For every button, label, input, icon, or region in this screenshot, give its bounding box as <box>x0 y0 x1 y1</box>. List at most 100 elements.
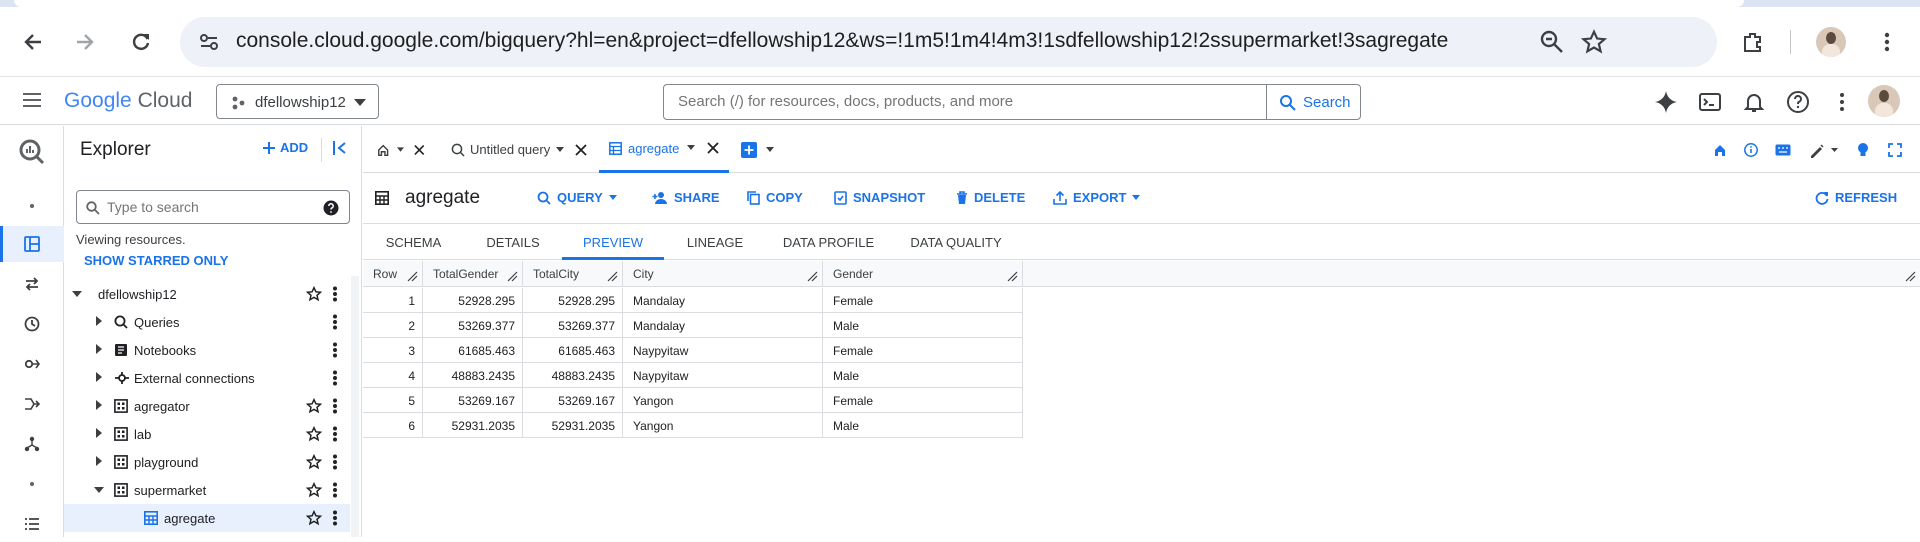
gemini-sparkle-icon[interactable] <box>1654 90 1678 114</box>
star-icon[interactable] <box>305 509 323 529</box>
collapsed-caret-icon[interactable] <box>96 400 102 410</box>
tree-item-lab[interactable]: lab <box>64 420 350 448</box>
tab-schema[interactable]: SCHEMA <box>363 224 464 260</box>
new-tab-button[interactable] <box>741 126 781 173</box>
data-transfers-icon[interactable] <box>0 266 64 302</box>
table-cell-totalgender[interactable]: 61685.463 <box>423 338 523 363</box>
explorer-search-input[interactable] <box>107 199 307 215</box>
tree-item-playground[interactable]: playground <box>64 448 350 476</box>
table-cell-city[interactable]: Mandalay <box>623 313 823 338</box>
table-cell-gender[interactable]: Male <box>823 363 1023 388</box>
close-icon[interactable] <box>575 143 587 156</box>
site-info-icon[interactable] <box>198 31 220 58</box>
refresh-button[interactable]: REFRESH <box>1815 190 1897 205</box>
tab-lineage[interactable]: LINEAGE <box>664 224 766 260</box>
chevron-down-icon[interactable] <box>766 146 774 153</box>
pipelines-icon[interactable] <box>0 386 64 422</box>
copy-button[interactable]: COPY <box>747 190 803 205</box>
table-cell-totalgender[interactable]: 52928.295 <box>423 288 523 313</box>
analytics-hub-icon[interactable] <box>0 346 64 382</box>
table-cell-totalcity[interactable]: 53269.377 <box>523 313 623 338</box>
help-icon[interactable] <box>1786 90 1810 114</box>
table-cell-city[interactable]: Yangon <box>623 388 823 413</box>
tree-item-dfellowship12[interactable]: dfellowship12 <box>64 280 350 308</box>
column-header-gender[interactable]: Gender <box>823 261 1023 287</box>
chevron-down-icon[interactable] <box>687 145 696 151</box>
table-cell-totalcity[interactable]: 52928.295 <box>523 288 623 313</box>
reload-icon[interactable] <box>124 25 158 59</box>
tree-item-agregate[interactable]: agregate <box>64 504 350 532</box>
account-avatar[interactable] <box>1868 85 1900 117</box>
star-icon[interactable] <box>305 481 323 501</box>
row-number-cell[interactable]: 4 <box>363 363 423 388</box>
console-search[interactable] <box>663 84 1267 120</box>
star-icon[interactable] <box>305 285 323 305</box>
more-actions-icon[interactable] <box>332 314 338 333</box>
collapsed-caret-icon[interactable] <box>96 428 102 438</box>
collapsed-caret-icon[interactable] <box>96 316 102 326</box>
close-icon[interactable] <box>414 144 425 156</box>
table-cell-totalgender[interactable]: 52931.2035 <box>423 413 523 438</box>
main-menu-icon[interactable] <box>22 92 42 113</box>
table-cell-gender[interactable]: Female <box>823 288 1023 313</box>
profile-avatar[interactable] <box>1816 27 1846 57</box>
table-cell-totalgender[interactable]: 53269.377 <box>423 313 523 338</box>
collapsed-caret-icon[interactable] <box>96 372 102 382</box>
row-number-cell[interactable]: 6 <box>363 413 423 438</box>
lightbulb-icon[interactable] <box>1857 142 1869 158</box>
more-actions-icon[interactable] <box>332 510 338 529</box>
forward-icon[interactable] <box>68 25 102 59</box>
help-icon[interactable] <box>323 200 339 216</box>
explorer-search[interactable] <box>76 190 350 224</box>
table-cell-gender[interactable]: Female <box>823 388 1023 413</box>
row-number-cell[interactable]: 5 <box>363 388 423 413</box>
dataform-icon[interactable] <box>0 426 64 462</box>
tree-item-supermarket[interactable]: supermarket <box>64 476 350 504</box>
browser-active-tab[interactable] <box>14 0 1744 7</box>
more-actions-icon[interactable] <box>332 454 338 473</box>
table-cell-gender[interactable]: Female <box>823 338 1023 363</box>
row-number-cell[interactable]: 3 <box>363 338 423 363</box>
extensions-icon[interactable] <box>1736 25 1770 59</box>
google-cloud-logo[interactable]: Google Cloud <box>64 89 192 113</box>
table-cell-totalcity[interactable]: 48883.2435 <box>523 363 623 388</box>
table-cell-city[interactable]: Naypyitaw <box>623 338 823 363</box>
cloud-shell-icon[interactable] <box>1698 90 1722 114</box>
rail-dot-icon-2[interactable] <box>0 466 64 502</box>
column-header-totalgender[interactable]: TotalGender <box>423 261 523 287</box>
browser-menu-icon[interactable] <box>1870 25 1904 59</box>
table-cell-totalcity[interactable]: 61685.463 <box>523 338 623 363</box>
column-resize-icon[interactable] <box>1007 271 1018 282</box>
expand-caret-icon[interactable] <box>94 487 104 493</box>
project-picker[interactable]: dfellowship12 <box>216 84 379 119</box>
tab-agregate[interactable]: agregate <box>599 126 729 173</box>
settings-more-icon[interactable] <box>1830 90 1854 114</box>
bigquery-logo-icon[interactable] <box>0 130 64 174</box>
delete-button[interactable]: DELETE <box>956 190 1025 205</box>
fullscreen-icon[interactable] <box>1888 143 1902 157</box>
column-header-row[interactable]: Row <box>363 261 423 287</box>
column-resize-icon[interactable] <box>1905 271 1916 282</box>
collapse-panel-icon[interactable] <box>332 140 348 161</box>
scheduled-queries-icon[interactable] <box>0 306 64 342</box>
table-cell-totalcity[interactable]: 52931.2035 <box>523 413 623 438</box>
more-actions-icon[interactable] <box>332 482 338 501</box>
tab-data-quality[interactable]: DATA QUALITY <box>891 224 1021 260</box>
rail-dot-icon[interactable] <box>0 188 64 224</box>
home-icon[interactable] <box>1713 143 1727 157</box>
table-cell-totalgender[interactable]: 48883.2435 <box>423 363 523 388</box>
tab-home[interactable] <box>373 126 425 173</box>
search-button[interactable]: Search <box>1266 84 1361 120</box>
explorer-scrollbar[interactable] <box>351 276 359 537</box>
more-actions-icon[interactable] <box>332 398 338 417</box>
share-button[interactable]: SHARE <box>652 190 720 205</box>
collapsed-caret-icon[interactable] <box>96 456 102 466</box>
close-icon[interactable] <box>707 142 719 154</box>
column-resize-icon[interactable] <box>407 271 418 282</box>
edit-pen-icon[interactable] <box>1809 142 1839 158</box>
row-number-cell[interactable]: 2 <box>363 313 423 338</box>
zoom-icon[interactable] <box>1539 29 1565 60</box>
table-cell-city[interactable]: Yangon <box>623 413 823 438</box>
bookmark-star-icon[interactable] <box>1580 29 1608 60</box>
export-button[interactable]: EXPORT <box>1053 190 1141 205</box>
